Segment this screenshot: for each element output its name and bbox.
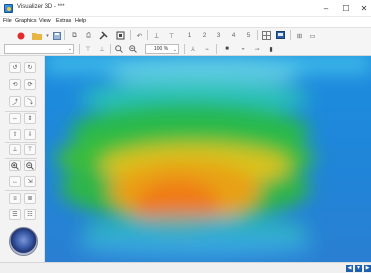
record-button[interactable] (15, 30, 26, 41)
save-button[interactable] (51, 30, 62, 41)
window-title: Visualizer 3D - *** (17, 4, 65, 10)
tools-icon (99, 31, 108, 40)
step-1-button[interactable]: 1 (184, 30, 195, 41)
title-bar: Visualizer 3D - *** – ☐ ✕ (0, 0, 371, 17)
table-button[interactable]: ▭ (307, 30, 318, 41)
display-button[interactable] (275, 30, 286, 41)
align-top-button[interactable]: ⊤ (83, 44, 93, 54)
bar-tool-button[interactable]: ▮ (266, 44, 276, 54)
maximize-button[interactable]: ☐ (340, 3, 352, 14)
toolbar-separator (290, 30, 291, 40)
step-2-button[interactable]: 2 (199, 30, 210, 41)
menu-extras[interactable]: Extras (56, 18, 71, 24)
toolbar-separator (216, 44, 217, 54)
stack-up-button[interactable]: ≡ (9, 193, 21, 204)
zoom-value: 100 % (154, 46, 169, 52)
step-3-button[interactable]: 3 (213, 30, 224, 41)
zoom-select[interactable]: 100 % ⌄ (145, 44, 179, 54)
stack-down-button[interactable]: ≣ (24, 193, 36, 204)
toolbar-separator (184, 44, 185, 54)
rotate-right-button[interactable]: ↻ (24, 62, 36, 73)
align-top-view-button[interactable]: ⊤ (24, 144, 36, 155)
toolbar-separator (130, 30, 131, 40)
chevron-down-icon: ⌄ (67, 46, 72, 52)
menu-view[interactable]: View (39, 18, 51, 24)
minimize-button[interactable]: – (320, 3, 332, 14)
view-zoom-in-button[interactable] (9, 160, 21, 171)
zoom-in-button[interactable] (114, 44, 124, 54)
rotate-left-button[interactable]: ↺ (9, 62, 21, 73)
move-vertical-button[interactable]: ⇕ (24, 113, 36, 124)
list-view-button[interactable]: ☰ (9, 209, 21, 220)
sidebar-divider (5, 111, 37, 112)
menu-file[interactable]: File (3, 18, 12, 24)
settings-icon (116, 31, 125, 40)
align-bottom-button[interactable]: ⊥ (97, 44, 107, 54)
close-button[interactable]: ✕ (358, 3, 370, 14)
move-up-button[interactable]: ⇧ (9, 129, 21, 140)
axis-tool-button[interactable]: ⊤ (166, 30, 177, 41)
scale-y-button[interactable]: ⇲ (24, 176, 36, 187)
eraser-button[interactable]: ◒ (238, 44, 248, 54)
toolbar-separator (147, 30, 148, 40)
move-down-button[interactable]: ⇩ (24, 129, 36, 140)
record-icon (17, 32, 24, 39)
view-zoom-out-button[interactable] (24, 160, 36, 171)
open-folder-button[interactable] (31, 30, 42, 41)
nav-prev-button[interactable]: ◀ (346, 265, 353, 272)
zoom-out-icon (26, 161, 34, 170)
chevron-down-icon: ⌄ (172, 47, 177, 53)
rotation-knob[interactable] (9, 227, 38, 256)
main-toolbar: ▾ ⧉ ⎙ ↶ ⟂ ⊤ 1 2 3 4 5 ⊞ ▭ (0, 27, 371, 42)
step-5-button[interactable]: 5 (243, 30, 254, 41)
undo-button[interactable]: ↶ (134, 30, 145, 41)
status-bar: ◀ ▼ ▶ (0, 262, 371, 273)
app-logo-icon (4, 4, 13, 13)
stop-button[interactable]: ■ (222, 44, 232, 54)
tilt-down-button[interactable]: ⤵ (24, 96, 36, 107)
copy-button[interactable]: ⧉ (69, 30, 80, 41)
toolbar-separator (110, 44, 111, 54)
zoom-out-button[interactable] (128, 44, 138, 54)
grid-icon (262, 31, 271, 40)
toolbar-separator (257, 30, 258, 40)
3d-viewport[interactable] (45, 56, 371, 262)
ruler-button[interactable]: ⊞ (294, 30, 305, 41)
menu-help[interactable]: Help (75, 18, 86, 24)
nav-down-button[interactable]: ▼ (355, 265, 362, 272)
toolbar-separator (79, 44, 80, 54)
turn-right-button[interactable]: ⟳ (24, 79, 36, 90)
grid-button[interactable] (261, 30, 272, 41)
zoom-in-icon (11, 161, 19, 170)
sidebar-divider (5, 158, 37, 159)
pan-tool-button[interactable]: ⌁ (202, 44, 212, 54)
toolbar-separator (64, 30, 65, 40)
menu-bar: File Graphics View Extras Help (0, 17, 371, 27)
align-bottom-view-button[interactable]: ⊥ (9, 144, 21, 155)
vector-tool-button[interactable]: ⟂ (151, 30, 162, 41)
scale-x-button[interactable]: ↔ (9, 176, 21, 187)
folder-icon (31, 32, 42, 40)
turn-left-button[interactable]: ⟲ (9, 79, 21, 90)
zoom-out-icon (129, 45, 137, 53)
save-icon (52, 31, 61, 40)
list-compact-button[interactable]: ☷ (24, 209, 36, 220)
nav-next-button[interactable]: ▶ (364, 265, 371, 272)
monitor-icon (276, 31, 285, 39)
heatmap-surface (45, 56, 371, 262)
print-button[interactable]: ⎙ (83, 30, 94, 41)
sidebar-divider (5, 190, 37, 191)
menu-graphics[interactable]: Graphics (15, 18, 37, 24)
tools-button[interactable] (98, 30, 109, 41)
step-4-button[interactable]: 4 (228, 30, 239, 41)
line-tool-button[interactable]: ⊸ (252, 44, 262, 54)
sidebar-divider (5, 142, 37, 143)
zoom-in-icon (115, 45, 123, 53)
move-horizontal-button[interactable]: ⇔ (9, 113, 21, 124)
settings-button[interactable] (115, 30, 126, 41)
tilt-up-button[interactable]: ⤴ (9, 96, 21, 107)
pointer-tool-button[interactable]: ⅄ (188, 44, 198, 54)
primary-select[interactable]: ⌄ (4, 44, 74, 54)
